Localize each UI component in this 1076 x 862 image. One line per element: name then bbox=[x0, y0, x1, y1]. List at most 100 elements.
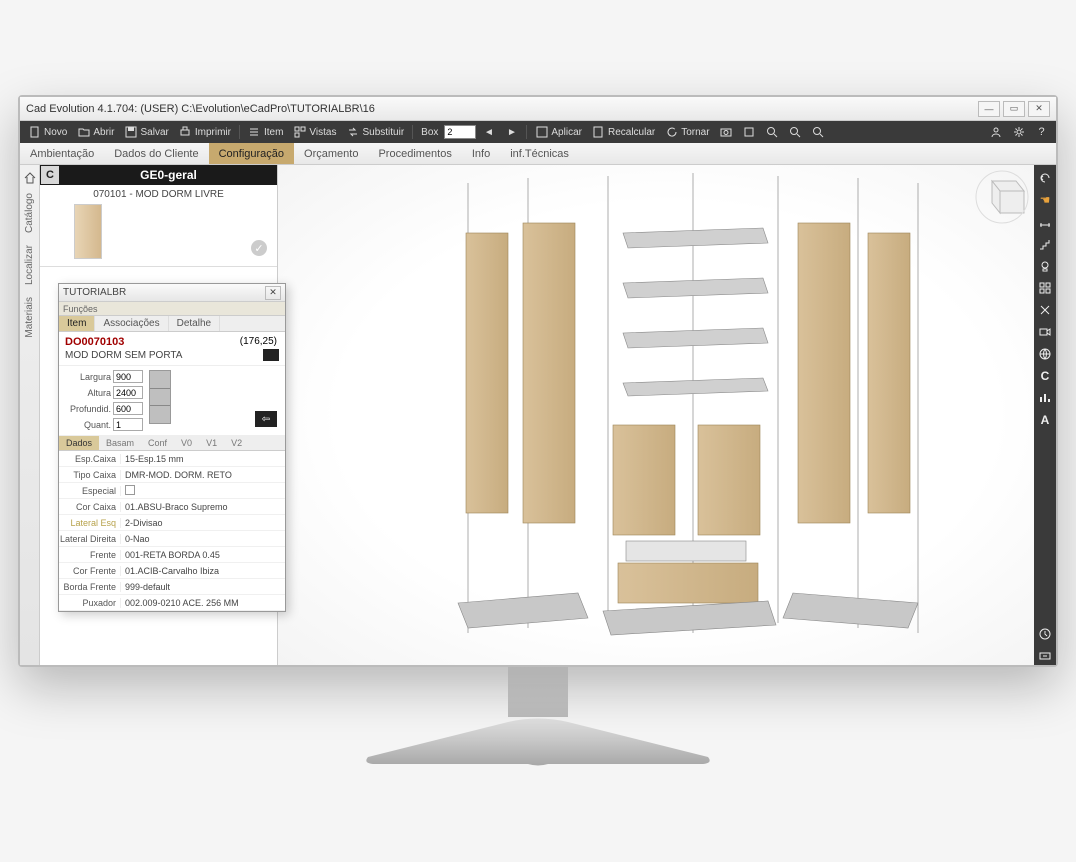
dock-light-button[interactable] bbox=[1036, 257, 1054, 275]
dados-value: 999-default bbox=[121, 582, 285, 592]
dock-globe-button[interactable] bbox=[1036, 345, 1054, 363]
refresh-icon bbox=[665, 126, 678, 139]
abrir-button[interactable]: Abrir bbox=[73, 123, 118, 141]
settings-button[interactable] bbox=[1008, 123, 1029, 141]
dock-hand-button[interactable]: ☚ bbox=[1036, 191, 1054, 209]
menu-orcamento[interactable]: Orçamento bbox=[294, 143, 368, 164]
dados-value: DMR-MOD. DORM. RETO bbox=[121, 470, 285, 480]
side-tab-materiais[interactable]: Materiais bbox=[24, 291, 35, 344]
dados-key: Lateral Esq bbox=[59, 518, 121, 528]
vistas-button[interactable]: Vistas bbox=[289, 123, 340, 141]
dock-a-button[interactable]: A bbox=[1036, 411, 1054, 429]
dados-row[interactable]: Tipo CaixaDMR-MOD. DORM. RETO bbox=[59, 467, 285, 483]
dados-row[interactable]: Lateral Esq2-Divisao bbox=[59, 515, 285, 531]
nav-prev-button[interactable]: ◄ bbox=[478, 123, 499, 141]
arrow-left-icon: ◄ bbox=[482, 126, 495, 139]
dados-row[interactable]: Lateral Direita0-Nao bbox=[59, 531, 285, 547]
menu-procedimentos[interactable]: Procedimentos bbox=[368, 143, 461, 164]
box-label: Box bbox=[417, 123, 442, 141]
dados-tab-v2[interactable]: V2 bbox=[224, 436, 249, 450]
dados-row[interactable]: Puxador002.009-0210 ACE. 256 MM bbox=[59, 595, 285, 611]
dados-row[interactable]: Borda Frente999-default bbox=[59, 579, 285, 595]
largura-input[interactable] bbox=[113, 370, 143, 383]
exploded-model bbox=[408, 173, 978, 653]
menu-configuracao[interactable]: Configuração bbox=[209, 143, 294, 164]
menu-dados-cliente[interactable]: Dados do Cliente bbox=[104, 143, 208, 164]
swap-icon bbox=[346, 126, 359, 139]
dados-tab-v0[interactable]: V0 bbox=[174, 436, 199, 450]
zoom-fit-button[interactable] bbox=[808, 123, 829, 141]
dados-row[interactable]: Esp.Caixa15-Esp.15 mm bbox=[59, 451, 285, 467]
side-tab-catalogo[interactable]: Catálogo bbox=[24, 187, 35, 239]
imprimir-button[interactable]: Imprimir bbox=[175, 123, 235, 141]
dock-undo-button[interactable] bbox=[1036, 169, 1054, 187]
aplicar-button[interactable]: Aplicar bbox=[531, 123, 586, 141]
menu-inf-tecnicas[interactable]: inf.Técnicas bbox=[500, 143, 579, 164]
dialog-titlebar[interactable]: TUTORIALBR ✕ bbox=[59, 284, 285, 302]
box-input[interactable] bbox=[444, 125, 476, 139]
dock-dimensions-button[interactable] bbox=[1036, 213, 1054, 231]
zoom-out-button[interactable] bbox=[785, 123, 806, 141]
minimize-button[interactable]: — bbox=[978, 101, 1000, 117]
close-button[interactable]: ✕ bbox=[1028, 101, 1050, 117]
dados-tab-conf[interactable]: Conf bbox=[141, 436, 174, 450]
home-tab[interactable] bbox=[20, 169, 39, 187]
nav-item[interactable]: 070101 - MOD DORM LIVRE ✓ bbox=[40, 185, 277, 267]
checkbox[interactable] bbox=[125, 485, 135, 495]
dados-row[interactable]: Frente001-RETA BORDA 0.45 bbox=[59, 547, 285, 563]
quant-input[interactable] bbox=[113, 418, 143, 431]
dock-history-button[interactable] bbox=[1036, 625, 1054, 643]
calc-icon bbox=[592, 126, 605, 139]
tornar-button[interactable]: Tornar bbox=[661, 123, 713, 141]
zoom-in-button[interactable] bbox=[762, 123, 783, 141]
snapshot-button[interactable] bbox=[739, 123, 760, 141]
substituir-button[interactable]: Substituir bbox=[342, 123, 408, 141]
nav-header: C GE0-geral bbox=[40, 165, 277, 185]
salvar-button[interactable]: Salvar bbox=[120, 123, 172, 141]
altura-label: Altura bbox=[65, 388, 113, 398]
app-title: Cad Evolution 4.1.704: (USER) C:\Evoluti… bbox=[26, 103, 375, 115]
camera-icon bbox=[720, 126, 733, 139]
dados-tab-basam[interactable]: Basam bbox=[99, 436, 141, 450]
viewport-3d[interactable]: ☚ C A bbox=[278, 165, 1056, 665]
altura-input[interactable] bbox=[113, 386, 143, 399]
dados-row[interactable]: Cor Caixa01.ABSU-Braco Supremo bbox=[59, 499, 285, 515]
maximize-button[interactable]: ▭ bbox=[1003, 101, 1025, 117]
tab-item[interactable]: Item bbox=[59, 316, 95, 331]
tab-associacoes[interactable]: Associações bbox=[95, 316, 168, 331]
dock-slice-button[interactable] bbox=[1036, 301, 1054, 319]
item-more-button[interactable] bbox=[263, 349, 279, 361]
view-cube[interactable] bbox=[974, 169, 1030, 225]
list-icon bbox=[248, 126, 261, 139]
dock-layers-button[interactable] bbox=[1036, 279, 1054, 297]
item-button[interactable]: Item bbox=[244, 123, 287, 141]
dados-tab-v1[interactable]: V1 bbox=[199, 436, 224, 450]
dados-value: 2-Divisao bbox=[121, 518, 285, 528]
dock-collapse-button[interactable] bbox=[1036, 647, 1054, 665]
print-icon bbox=[179, 126, 192, 139]
profund-input[interactable] bbox=[113, 402, 143, 415]
tab-detalhe[interactable]: Detalhe bbox=[169, 316, 220, 331]
help-button[interactable]: ? bbox=[1031, 123, 1052, 141]
insert-button[interactable]: ⇦ bbox=[255, 411, 277, 427]
camera-button[interactable] bbox=[716, 123, 737, 141]
recalcular-button[interactable]: Recalcular bbox=[588, 123, 659, 141]
dados-row[interactable]: Especial bbox=[59, 483, 285, 499]
dados-key: Cor Caixa bbox=[59, 502, 121, 512]
side-tab-localizar[interactable]: Localizar bbox=[24, 239, 35, 291]
window-titlebar: Cad Evolution 4.1.704: (USER) C:\Evoluti… bbox=[20, 97, 1056, 121]
dock-chart-button[interactable] bbox=[1036, 389, 1054, 407]
novo-button[interactable]: Novo bbox=[24, 123, 71, 141]
dados-tab-dados[interactable]: Dados bbox=[59, 436, 99, 450]
dock-stairs-button[interactable] bbox=[1036, 235, 1054, 253]
dados-row[interactable]: Cor Frente01.ACIB-Carvalho Ibiza bbox=[59, 563, 285, 579]
user-button[interactable] bbox=[985, 123, 1006, 141]
dialog-title: TUTORIALBR bbox=[63, 287, 126, 298]
dim-thumb bbox=[149, 370, 171, 424]
nav-next-button[interactable]: ► bbox=[501, 123, 522, 141]
menu-ambientacao[interactable]: Ambientação bbox=[20, 143, 104, 164]
dock-c-button[interactable]: C bbox=[1036, 367, 1054, 385]
dock-video-button[interactable] bbox=[1036, 323, 1054, 341]
dialog-close-button[interactable]: ✕ bbox=[265, 286, 281, 300]
menu-info[interactable]: Info bbox=[462, 143, 500, 164]
